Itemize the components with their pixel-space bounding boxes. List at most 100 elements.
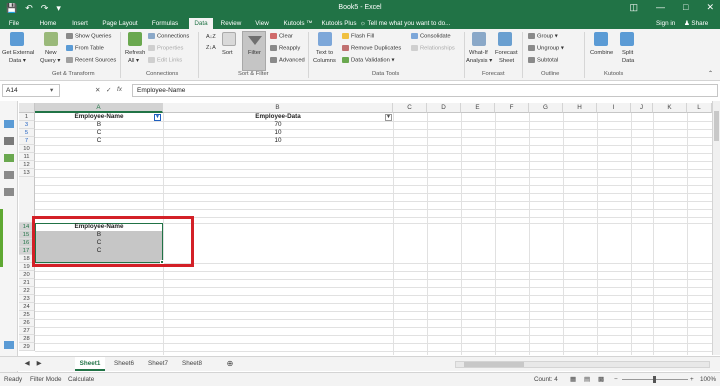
filter-active-icon[interactable]: ▼: [154, 114, 161, 121]
consolidate-button[interactable]: Consolidate: [411, 33, 451, 40]
cell-b5[interactable]: 10: [163, 129, 393, 137]
row-header-5[interactable]: 5: [19, 129, 35, 137]
what-if-analysis-button[interactable]: What-If: [469, 50, 488, 56]
name-box-dropdown-icon[interactable]: ▾: [50, 86, 53, 94]
zoom-in-icon[interactable]: +: [690, 376, 694, 383]
scroll-sheets-left-icon[interactable]: ◀: [22, 357, 32, 371]
flash-fill-button[interactable]: Flash Fill: [342, 33, 374, 40]
row-header-12[interactable]: 12: [19, 161, 35, 169]
sign-in-link[interactable]: Sign in: [656, 18, 675, 29]
filter-button[interactable]: Filter: [242, 31, 266, 71]
column-header-c[interactable]: C: [393, 103, 427, 113]
column-list-icon[interactable]: [4, 171, 14, 179]
edit-icon[interactable]: [4, 341, 14, 349]
filter-dropdown-icon[interactable]: ▼: [385, 114, 392, 121]
relationships-button[interactable]: Relationships: [411, 45, 455, 52]
cell-a7[interactable]: C: [35, 137, 163, 145]
tab-insert[interactable]: Insert: [68, 18, 92, 29]
column-header-a[interactable]: A: [35, 103, 163, 113]
row-header-25[interactable]: 25: [19, 311, 35, 319]
split-data-button[interactable]: Split: [622, 50, 633, 56]
cell-b3[interactable]: 70: [163, 121, 393, 129]
enter-formula-icon[interactable]: ✓: [106, 86, 111, 94]
reapply-button[interactable]: Reapply: [270, 45, 300, 52]
combine-button[interactable]: Combine: [590, 50, 613, 56]
row-header-23[interactable]: 23: [19, 295, 35, 303]
insert-function-icon[interactable]: fx: [117, 86, 122, 93]
advanced-filter-button[interactable]: Advanced: [270, 57, 305, 64]
cell-a5[interactable]: C: [35, 129, 163, 137]
library-icon[interactable]: [4, 154, 14, 162]
status-calculate[interactable]: Calculate: [68, 376, 94, 383]
tab-file[interactable]: File: [4, 18, 24, 29]
data-validation-button[interactable]: Data Validation ▾: [342, 57, 394, 64]
cancel-formula-icon[interactable]: ✕: [95, 86, 100, 94]
list-icon[interactable]: [4, 137, 14, 145]
row-header-11[interactable]: 11: [19, 153, 35, 161]
find-replace-icon[interactable]: [4, 188, 14, 196]
zoom-level[interactable]: 100%: [700, 376, 716, 383]
new-query-button[interactable]: New: [45, 50, 57, 56]
sort-ascending-button[interactable]: A↓Z: [206, 34, 216, 40]
zoom-out-icon[interactable]: −: [614, 376, 618, 383]
row-header-1[interactable]: 1: [19, 113, 35, 121]
column-header-e[interactable]: E: [461, 103, 495, 113]
remove-duplicates-button[interactable]: Remove Duplicates: [342, 45, 401, 52]
row-header-29[interactable]: 29: [19, 343, 35, 351]
tell-me-search[interactable]: ☼ Tell me what you want to do...: [360, 18, 450, 29]
add-sheet-button[interactable]: ⊕: [224, 357, 236, 371]
row-header-3[interactable]: 3: [19, 121, 35, 129]
column-header-f[interactable]: F: [495, 103, 529, 113]
vertical-scrollbar[interactable]: [712, 101, 720, 355]
page-break-view-icon[interactable]: ▩: [598, 376, 604, 383]
ungroup-button[interactable]: Ungroup ▾: [528, 45, 564, 52]
close-icon[interactable]: ✕: [706, 2, 714, 13]
horizontal-scroll-thumb[interactable]: [464, 362, 524, 367]
ribbon-display-icon[interactable]: ◫: [630, 2, 639, 13]
refresh-all-button[interactable]: Refresh: [125, 50, 145, 56]
edit-links-button[interactable]: Edit Links: [148, 57, 182, 64]
zoom-slider-thumb[interactable]: [653, 376, 656, 383]
show-queries-button[interactable]: Show Queries: [66, 33, 111, 40]
sheet-tab-sheet1[interactable]: Sheet1: [75, 357, 105, 371]
tab-formulas[interactable]: Formulas: [149, 18, 181, 29]
cell-b7[interactable]: 10: [163, 137, 393, 145]
row-header-21[interactable]: 21: [19, 279, 35, 287]
properties-button[interactable]: Properties: [148, 45, 183, 52]
tab-kutools[interactable]: Kutools ™: [280, 18, 316, 29]
sort-button[interactable]: Sort: [222, 50, 233, 56]
share-button[interactable]: ♟ Share: [684, 18, 708, 29]
sheet-tab-sheet7[interactable]: Sheet7: [143, 357, 173, 371]
pane-resize-handle[interactable]: [0, 209, 3, 267]
column-header-i[interactable]: I: [597, 103, 631, 113]
subtotal-button[interactable]: Subtotal: [528, 57, 558, 64]
minimize-icon[interactable]: —: [656, 2, 665, 13]
column-header-b[interactable]: B: [163, 103, 393, 113]
tab-home[interactable]: Home: [36, 18, 60, 29]
column-header-k[interactable]: K: [653, 103, 687, 113]
row-header-22[interactable]: 22: [19, 287, 35, 295]
connections-button[interactable]: Connections: [148, 33, 189, 40]
row-header-20[interactable]: 20: [19, 271, 35, 279]
cell-a3[interactable]: B: [35, 121, 163, 129]
sheet-tab-sheet8[interactable]: Sheet8: [177, 357, 207, 371]
tab-view[interactable]: View: [252, 18, 272, 29]
row-header-7[interactable]: 7: [19, 137, 35, 145]
text-to-columns-button[interactable]: Text to: [316, 50, 333, 56]
tab-review[interactable]: Review: [218, 18, 244, 29]
cell-a1[interactable]: Employee-Name: [35, 113, 163, 121]
forecast-sheet-button[interactable]: Forecast: [495, 50, 518, 56]
recent-sources-button[interactable]: Recent Sources: [66, 57, 116, 64]
column-header-g[interactable]: G: [529, 103, 563, 113]
normal-view-icon[interactable]: ▦: [570, 376, 576, 383]
column-header-d[interactable]: D: [427, 103, 461, 113]
vertical-scroll-thumb[interactable]: [714, 111, 719, 141]
get-external-data-button[interactable]: Get External: [2, 50, 34, 56]
row-header-10[interactable]: 10: [19, 145, 35, 153]
maximize-icon[interactable]: □: [683, 2, 688, 13]
row-header-13[interactable]: 13: [19, 169, 35, 177]
row-header-27[interactable]: 27: [19, 327, 35, 335]
tab-kutools-plus[interactable]: Kutools Plus: [320, 18, 358, 29]
from-table-button[interactable]: From Table: [66, 45, 104, 52]
horizontal-scrollbar[interactable]: [455, 361, 710, 368]
